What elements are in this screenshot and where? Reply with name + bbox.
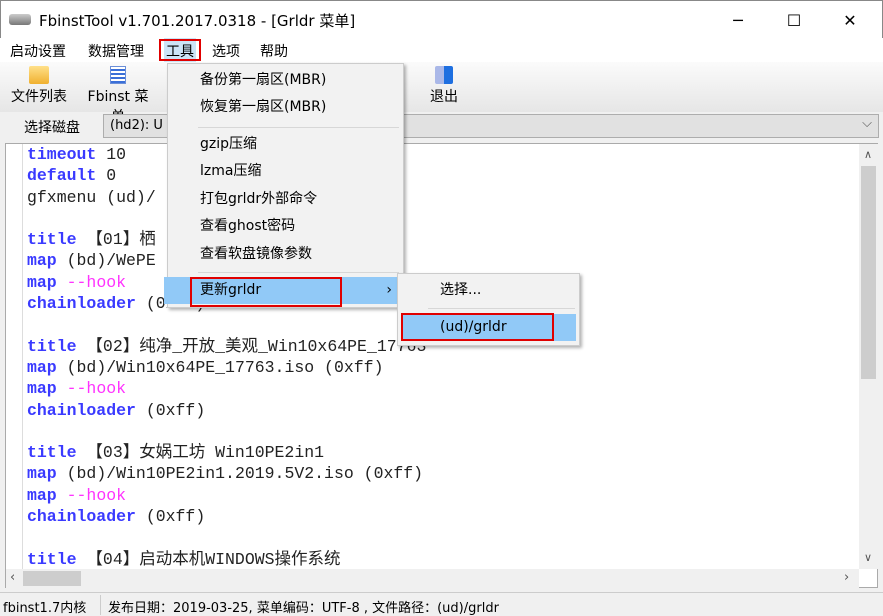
menu-item-restore-mbr[interactable]: 恢复第一扇区(MBR) — [168, 94, 403, 121]
code-keyword: title — [27, 230, 77, 250]
menu-item-floppy-params[interactable]: 查看软盘镜像参数 — [168, 241, 403, 268]
code-line: map (bd)/Win10x64PE_17763.iso (0xff) — [27, 357, 426, 378]
status-bar: fbinst1.7内核 发布日期：2019-03-25, 菜单编码：UTF-8 … — [0, 592, 883, 616]
disk-label: 选择磁盘 — [24, 120, 80, 136]
code-text-segment: (0xff) — [135, 507, 206, 527]
exit-door-icon — [435, 66, 453, 84]
menu-item-pack-grldr[interactable]: 打包grldr外部命令 — [168, 186, 403, 213]
code-keyword: chainloader — [27, 507, 136, 527]
status-divider — [100, 595, 101, 615]
toolbar: 文件列表 Fbinst 菜单 退出 — [0, 62, 883, 125]
menu-editor[interactable]: timeout 10 default 0 gfxmenu (ud)/ title 【0… — [5, 143, 878, 588]
chevron-down-icon: ⌵ — [862, 116, 872, 131]
tools-dropdown-menu: 备份第一扇区(MBR) 恢复第一扇区(MBR) gzip压缩 lzma压缩 打包… — [164, 63, 404, 308]
exit-label: 退出 — [430, 89, 458, 105]
scroll-left-icon[interactable]: ‹ — [10, 570, 15, 585]
annotation-box — [401, 313, 554, 341]
code-keyword: title — [27, 336, 77, 356]
maximize-button[interactable]: ☐ — [771, 1, 817, 39]
code-line: map --hook — [27, 485, 426, 506]
code-keyword: chainloader — [27, 400, 136, 420]
code-text-segment: 【03】女娲工坊 Win10PE2in1 — [76, 443, 325, 463]
file-list-label: 文件列表 — [11, 89, 67, 105]
code-option: --hook — [56, 272, 127, 292]
document-list-icon — [110, 66, 126, 84]
code-text-segment: (bd)/Win10PE2in1.2019.5V2.iso (0xff) — [56, 464, 424, 484]
vertical-scrollbar[interactable]: ∧ ∨ — [859, 144, 878, 569]
code-keyword: timeout — [27, 145, 97, 164]
menu-separator — [198, 127, 399, 128]
menu-separator — [198, 272, 399, 273]
minimize-button[interactable]: ─ — [715, 1, 761, 39]
annotation-box — [159, 39, 201, 61]
code-keyword: title — [27, 549, 77, 569]
code-line: chainloader (0xff) — [27, 506, 426, 527]
code-line: title 【02】纯净_开放_美观_Win10x64PE_17763 — [27, 336, 426, 357]
code-line: map --hook — [27, 378, 426, 399]
code-keyword: default — [27, 166, 97, 186]
exit-button[interactable]: 退出 — [426, 66, 462, 106]
code-option: --hook — [56, 379, 127, 399]
app-drive-icon — [9, 14, 31, 25]
code-keyword: map — [27, 464, 57, 484]
status-kernel: fbinst1.7内核 — [3, 601, 87, 616]
editor-gutter — [6, 144, 23, 569]
menu-item-lzma[interactable]: lzma压缩 — [168, 158, 403, 185]
submenu-item-choose[interactable]: 选择... — [398, 277, 579, 304]
code-text-segment: 【02】纯净_开放_美观_Win10x64PE_17763 — [76, 336, 427, 356]
scroll-right-icon[interactable]: › — [844, 570, 849, 585]
code-text-segment: 【01】栖 — [76, 230, 156, 250]
code-keyword: map — [27, 379, 57, 399]
submenu-arrow-icon: › — [386, 282, 392, 298]
vertical-scroll-thumb[interactable] — [861, 166, 876, 379]
code-keyword: map — [27, 357, 57, 377]
code-keyword: map — [27, 272, 57, 292]
code-text-segment: (0xff) — [135, 400, 206, 420]
menu-help[interactable]: 帮助 — [260, 41, 288, 61]
code-line: map (bd)/Win10PE2in1.2019.5V2.iso (0xff) — [27, 463, 426, 484]
code-keyword: map — [27, 485, 57, 505]
code-text-segment: 0 — [96, 166, 117, 186]
code-option: --hook — [56, 485, 127, 505]
code-line: title 【04】启动本机WINDOWS操作系统 — [27, 549, 426, 570]
annotation-box — [190, 277, 342, 307]
file-list-button[interactable]: 文件列表 — [8, 66, 70, 106]
code-line: chainloader (0xff) — [27, 400, 426, 421]
code-line: title 【03】女娲工坊 Win10PE2in1 — [27, 442, 426, 463]
code-text-segment: 10 — [96, 145, 127, 164]
horizontal-scrollbar[interactable]: ‹ › — [6, 569, 859, 588]
menu-options[interactable]: 选项 — [212, 41, 240, 61]
folder-icon — [29, 66, 49, 84]
horizontal-scroll-thumb[interactable] — [23, 571, 81, 586]
menu-data-management[interactable]: 数据管理 — [88, 41, 144, 61]
menu-item-ghost-password[interactable]: 查看ghost密码 — [168, 213, 403, 240]
update-grldr-submenu: 选择... (ud)/grldr — [397, 273, 580, 346]
code-keyword: chainloader — [27, 294, 136, 314]
status-info: 发布日期：2019-03-25, 菜单编码：UTF-8 , 文件路径：(ud)/… — [108, 601, 499, 616]
menu-item-gzip[interactable]: gzip压缩 — [168, 131, 403, 158]
disk-select-value: (hd2): U — [110, 118, 163, 133]
title-bar: FbinstTool v1.701.2017.0318 - [Grldr 菜单]… — [0, 0, 883, 38]
scroll-up-icon[interactable]: ∧ — [864, 148, 872, 161]
window-title: FbinstTool v1.701.2017.0318 - [Grldr 菜单] — [39, 12, 356, 30]
code-text-segment: gfxmenu (ud)/ — [27, 187, 156, 207]
scroll-down-icon[interactable]: ∨ — [864, 551, 872, 564]
menu-bar: 启动设置 数据管理 工具 选项 帮助 — [0, 38, 883, 62]
code-text-segment: 【04】启动本机WINDOWS操作系统 — [76, 549, 341, 569]
code-text-segment: (bd)/Win10x64PE_17763.iso (0xff) — [56, 357, 384, 377]
menu-separator — [428, 308, 575, 309]
code-text-segment: (bd)/WePE — [56, 251, 156, 271]
code-keyword: title — [27, 443, 77, 463]
close-button[interactable]: ✕ — [827, 1, 873, 39]
code-keyword: map — [27, 251, 57, 271]
menu-boot-settings[interactable]: 启动设置 — [10, 41, 66, 61]
menu-item-backup-mbr[interactable]: 备份第一扇区(MBR) — [168, 67, 403, 94]
